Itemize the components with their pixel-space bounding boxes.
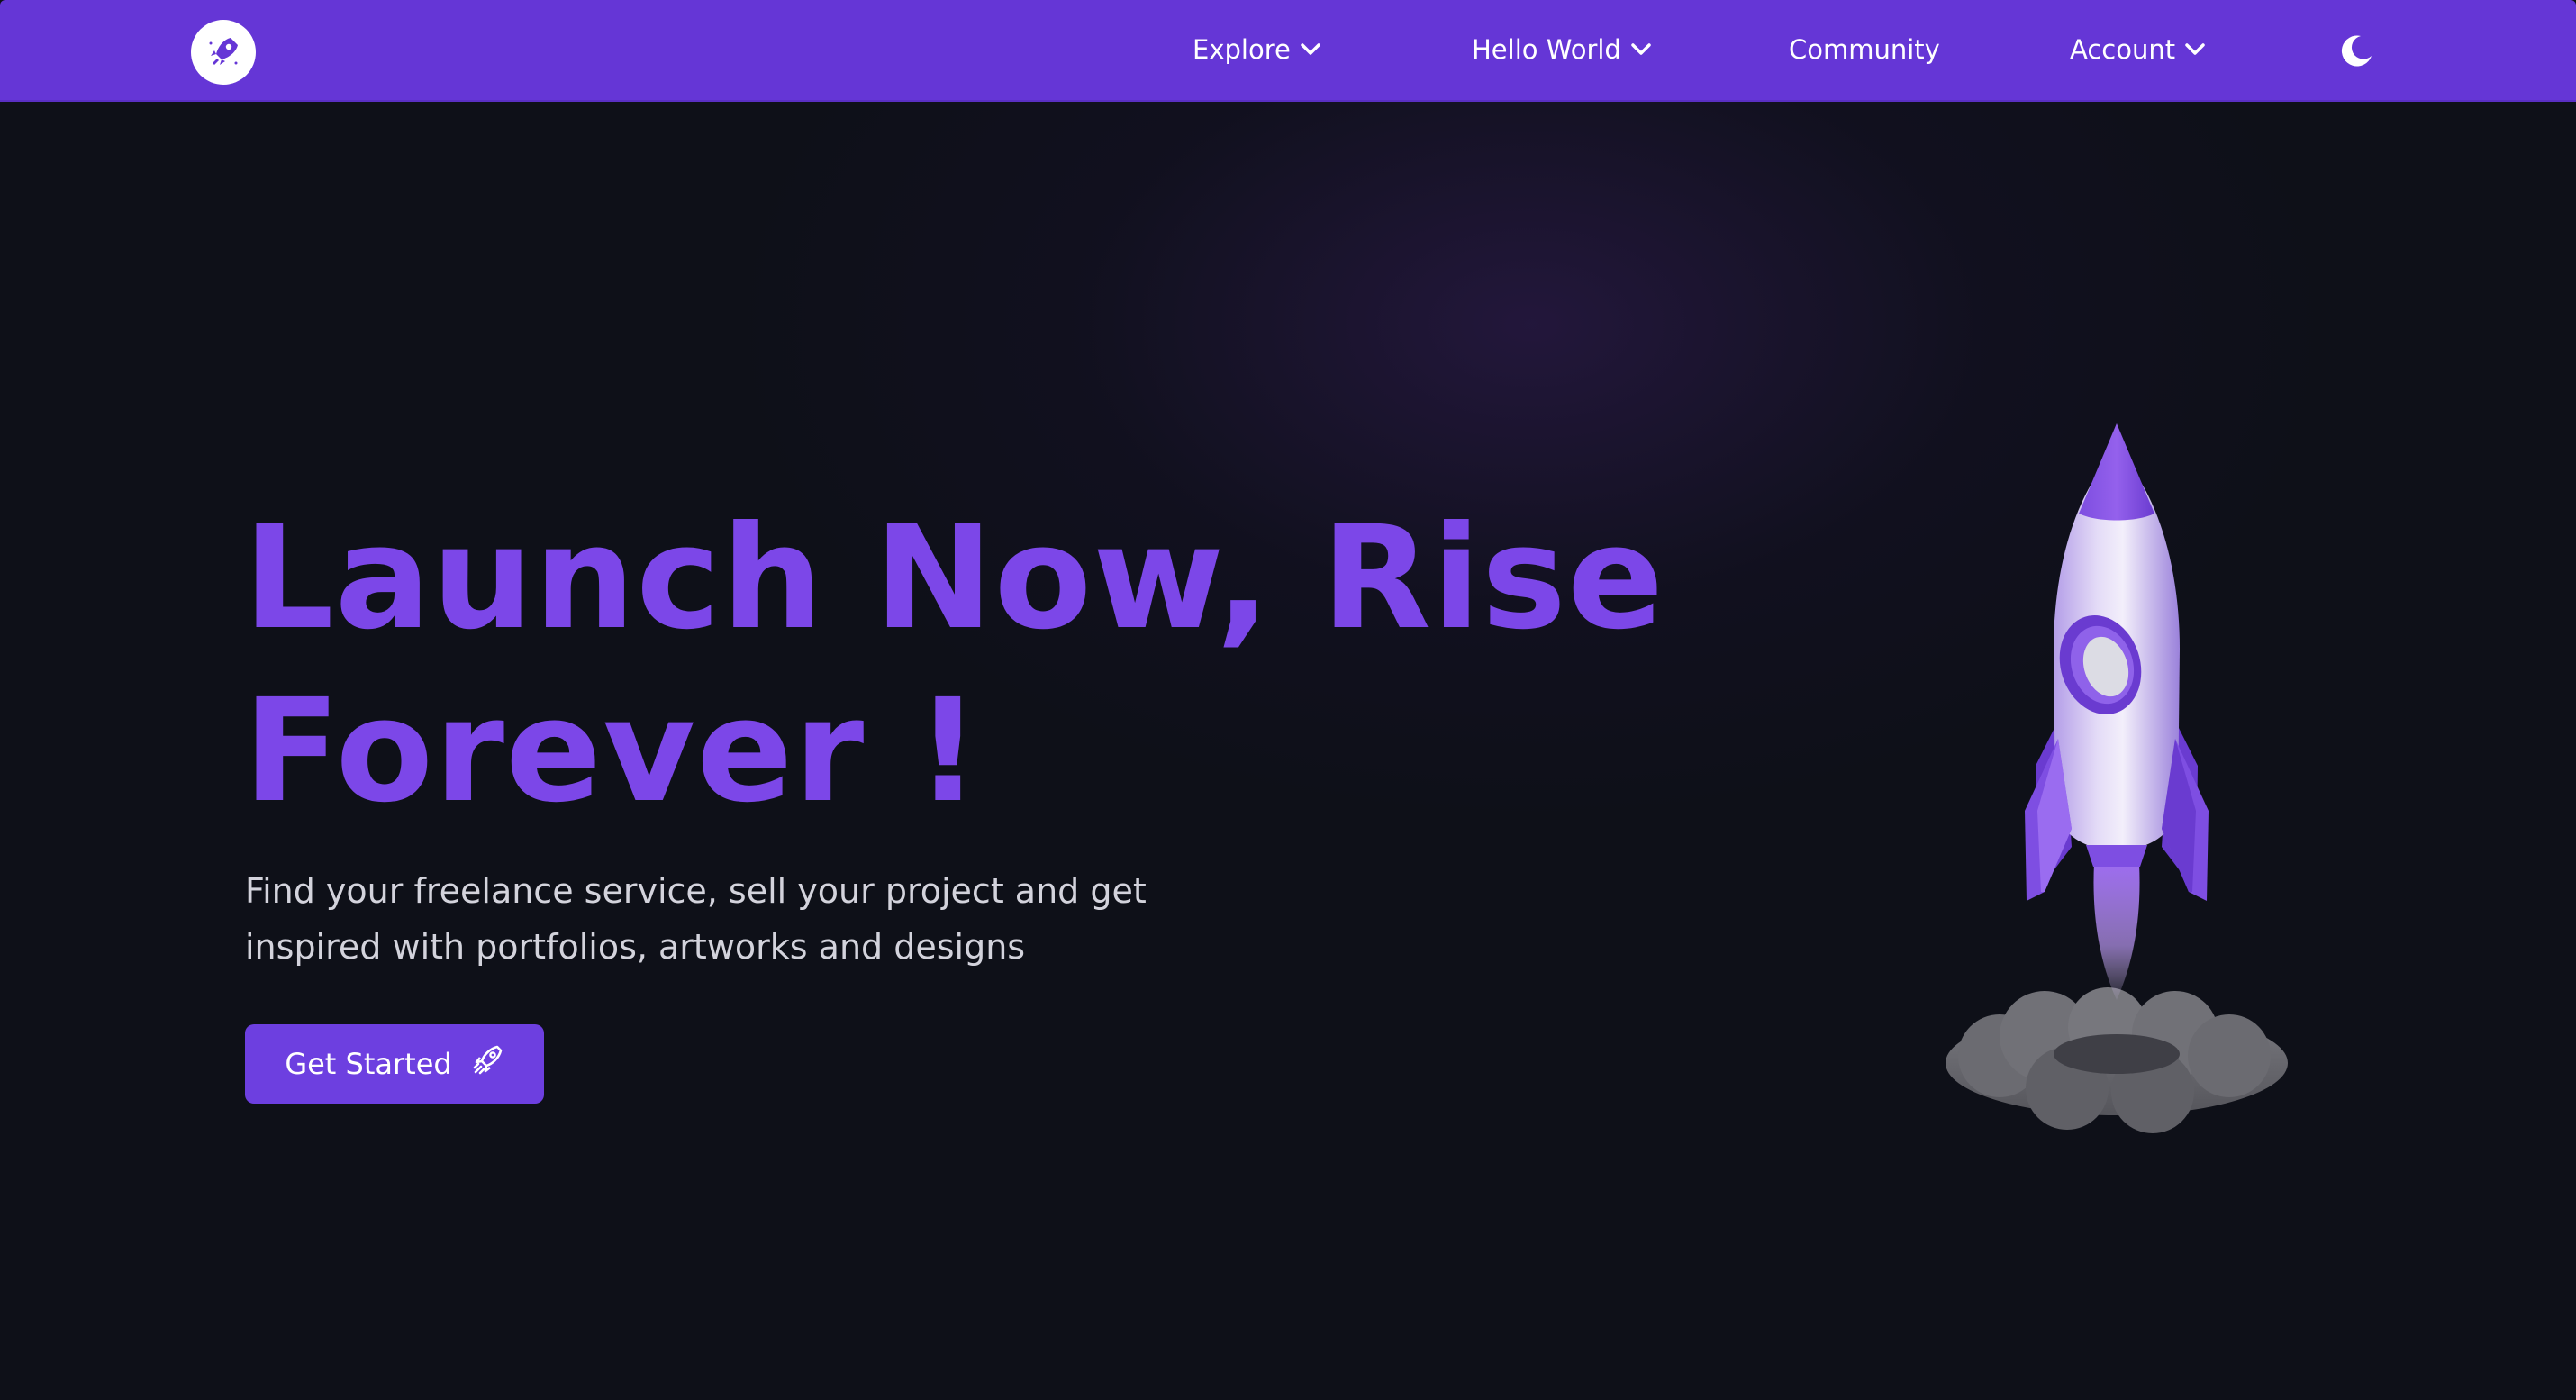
- hero-title-line-1: Launch Now, Rise: [243, 495, 1665, 661]
- get-started-label: Get Started: [285, 1047, 452, 1081]
- nav-account-label: Account: [2070, 34, 2176, 65]
- hero-subtitle: Find your freelance service, sell your p…: [245, 863, 1236, 975]
- rocket-nose-cone: [2079, 423, 2154, 521]
- nav-explore[interactable]: Explore: [1193, 27, 1321, 72]
- get-started-button[interactable]: Get Started: [245, 1024, 544, 1104]
- top-navbar: Explore Hello World Community Account: [0, 0, 2576, 102]
- rocket-logo-icon[interactable]: [191, 20, 256, 85]
- nav-hello-world-label: Hello World: [1472, 34, 1621, 65]
- nav-explore-label: Explore: [1193, 34, 1291, 65]
- hero-title: Launch Now, Rise Forever !: [243, 492, 1702, 838]
- rocket-icon: [470, 1043, 504, 1085]
- rocket-launch-illustration: [1946, 423, 2288, 1133]
- hero-subtitle-line-1: Find your freelance service, sell your p…: [245, 871, 1147, 911]
- chevron-down-icon: [1300, 42, 1321, 57]
- hero-subtitle-line-2: inspired with portfolios, artworks and d…: [245, 927, 1026, 967]
- moon-icon[interactable]: [2336, 30, 2378, 71]
- nav-community-label: Community: [1789, 34, 1940, 65]
- chevron-down-icon: [2184, 42, 2206, 57]
- nav-hello-world[interactable]: Hello World: [1472, 27, 1652, 72]
- nav-community[interactable]: Community: [1789, 27, 1940, 72]
- hero-title-line-2: Forever !: [243, 668, 982, 834]
- smoke-cloud: [1946, 987, 2288, 1133]
- chevron-down-icon: [1630, 42, 1652, 57]
- nav-account[interactable]: Account: [2070, 27, 2206, 72]
- rocket-flame: [2093, 863, 2140, 1000]
- app-window: Explore Hello World Community Account La…: [0, 0, 2576, 1400]
